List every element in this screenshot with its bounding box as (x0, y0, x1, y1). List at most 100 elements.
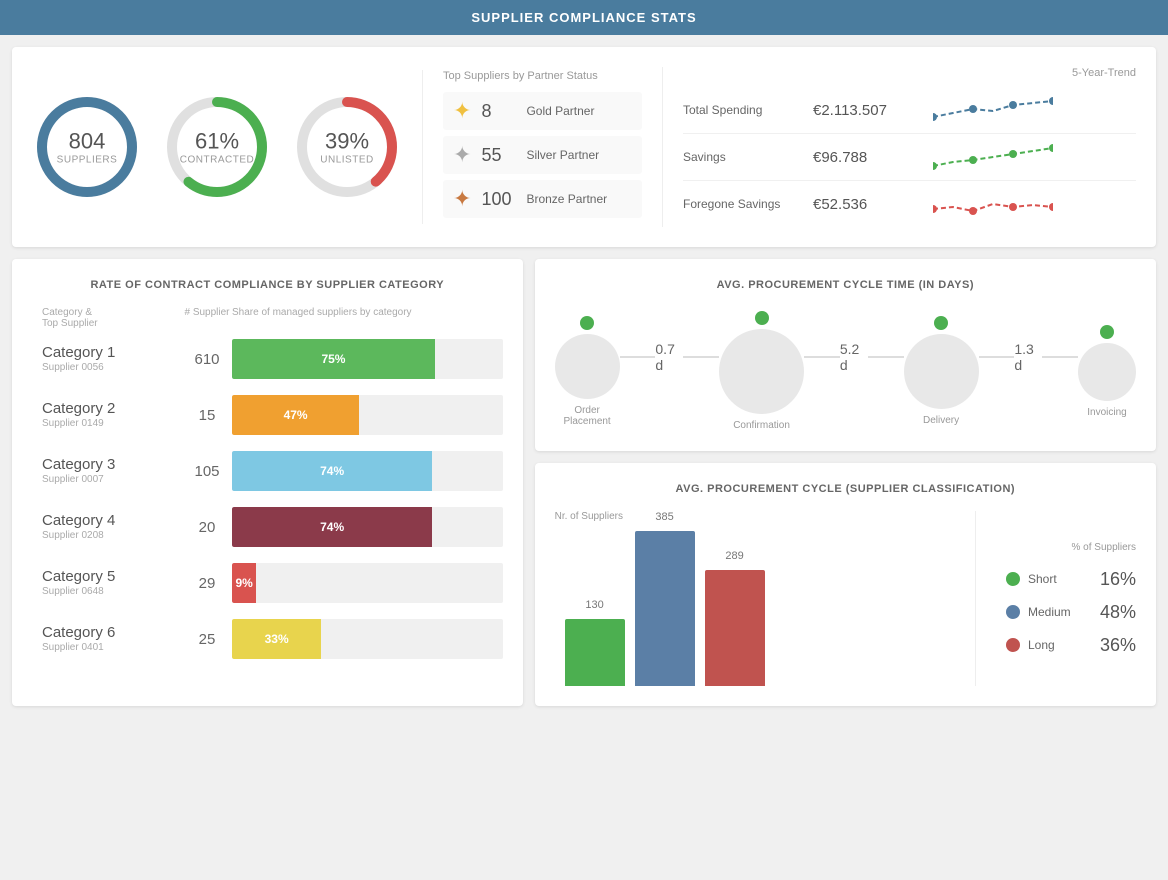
cat-6-supplier: Supplier 0401 (42, 642, 182, 653)
classification-title: AVG. PROCUREMENT CYCLE (SUPPLIER CLASSIF… (555, 483, 1136, 495)
flow-label-order: OrderPlacement (563, 405, 610, 427)
flow-value-1-wrap: 0.7 d (655, 341, 683, 373)
cat-5-supplier: Supplier 0648 (42, 586, 182, 597)
gold-star-icon: ✦ (453, 98, 471, 124)
cat-4-bar-wrap: 74% (232, 507, 503, 547)
cat-3-count: 105 (182, 463, 232, 480)
flow-line-4 (868, 356, 904, 358)
flow-label-delivery: Delivery (923, 415, 959, 426)
category-3-row: Category 3 Supplier 0007 105 74% (32, 451, 503, 491)
partner-section: Top Suppliers by Partner Status ✦ 8 Gold… (422, 70, 642, 224)
cat-1-name-wrap: Category 1 Supplier 0056 (42, 345, 182, 373)
total-spending-row: Total Spending €2.113.507 (683, 87, 1136, 134)
category-5-row: Category 5 Supplier 0648 29 9% (32, 563, 503, 603)
savings-label: Savings (683, 150, 803, 164)
suppliers-donut: 804 SUPPLIERS (32, 92, 142, 202)
cat-3-name: Category 3 (42, 457, 172, 474)
bar-medium: 385 (635, 511, 695, 686)
gold-partner-row: ✦ 8 Gold Partner (443, 92, 642, 130)
chart-divider (975, 511, 976, 686)
bubble-invoice (1078, 343, 1136, 401)
cat-1-bar: 75% (232, 339, 435, 379)
legend-medium: Medium 48% (1006, 602, 1136, 623)
bronze-star-icon: ✦ (453, 186, 471, 212)
bronze-label: Bronze Partner (526, 192, 607, 206)
legend-long-dot (1006, 638, 1020, 652)
foregone-savings-label: Foregone Savings (683, 197, 803, 211)
flow-node-delivery: Delivery (904, 316, 979, 426)
cat-5-name: Category 5 (42, 569, 172, 586)
flow-value-3-wrap: 1.3 d (1014, 341, 1042, 373)
cat-3-bar: 74% (232, 451, 432, 491)
total-spending-value: €2.113.507 (813, 102, 923, 119)
cat-2-supplier: Supplier 0149 (42, 418, 182, 429)
legend-long-label: Long (1028, 638, 1092, 652)
flow-line-6 (1042, 356, 1078, 358)
bar-long: 289 (705, 550, 765, 686)
bar-medium-fill (635, 531, 695, 686)
contracted-value: 61% (180, 129, 254, 155)
savings-row: Savings €96.788 (683, 134, 1136, 181)
page-title: SUPPLIER COMPLIANCE STATS (471, 10, 696, 25)
flow-dot-delivery (934, 316, 948, 330)
unlisted-label: UNLISTED (320, 155, 373, 166)
bubble-confirm (719, 329, 804, 414)
classification-panel: AVG. PROCUREMENT CYCLE (SUPPLIER CLASSIF… (535, 463, 1156, 706)
col-category-header: Category &Top Supplier (42, 307, 182, 329)
flow-value-2-wrap: 5.2 d (840, 341, 868, 373)
category-6-row: Category 6 Supplier 0401 25 33% (32, 619, 503, 659)
compliance-header: Category &Top Supplier # Supplier Share … (32, 307, 503, 329)
cat-6-bar: 33% (232, 619, 321, 659)
bar-long-label: 289 (725, 550, 743, 562)
trend-title: 5-Year-Trend (683, 67, 1136, 79)
cat-6-count: 25 (182, 631, 232, 648)
spending-section: 5-Year-Trend Total Spending €2.113.507 S… (662, 67, 1136, 227)
cat-4-bar: 74% (232, 507, 432, 547)
cat-1-count: 610 (182, 351, 232, 368)
flow-value-3: 1.3 d (1014, 341, 1042, 373)
legend-short-pct: 16% (1100, 569, 1136, 590)
cat-1-bar-wrap: 75% (232, 339, 503, 379)
legend-long-pct: 36% (1100, 635, 1136, 656)
bubble-order (555, 334, 620, 399)
legend-medium-pct: 48% (1100, 602, 1136, 623)
cat-5-name-wrap: Category 5 Supplier 0648 (42, 569, 182, 597)
bronze-partner-row: ✦ 100 Bronze Partner (443, 180, 642, 218)
flow-node-invoice: Invoicing (1078, 325, 1136, 418)
cat-6-name-wrap: Category 6 Supplier 0401 (42, 625, 182, 653)
cat-1-name: Category 1 (42, 345, 172, 362)
bottom-row: RATE OF CONTRACT COMPLIANCE BY SUPPLIER … (12, 259, 1156, 706)
silver-label: Silver Partner (526, 148, 599, 162)
top-panel: 804 SUPPLIERS 61% CONTRACTED (12, 47, 1156, 247)
unlisted-donut-wrap: 39% UNLISTED (292, 92, 402, 202)
flow-value-2: 5.2 d (840, 341, 868, 373)
legend-medium-dot (1006, 605, 1020, 619)
right-col: AVG. PROCUREMENT CYCLE TIME (IN DAYS) Or… (535, 259, 1156, 706)
flow-line-2 (683, 356, 719, 358)
cat-3-supplier: Supplier 0007 (42, 474, 182, 485)
cat-5-bar: 9% (232, 563, 256, 603)
page: SUPPLIER COMPLIANCE STATS 804 SUPPLIERS (0, 0, 1168, 880)
cat-6-bar-wrap: 33% (232, 619, 503, 659)
cat-4-count: 20 (182, 519, 232, 536)
flow-line-5 (979, 356, 1015, 358)
gold-count: 8 (481, 101, 516, 122)
cat-5-bar-wrap: 9% (232, 563, 503, 603)
total-spending-trend (933, 95, 1136, 125)
class-chart-area: Nr. of Suppliers 130 385 289 (555, 511, 1136, 686)
total-spending-label: Total Spending (683, 103, 803, 117)
suppliers-donut-wrap: 804 SUPPLIERS (32, 92, 142, 202)
bar-short-label: 130 (585, 599, 603, 611)
silver-partner-row: ✦ 55 Silver Partner (443, 136, 642, 174)
cat-4-name: Category 4 (42, 513, 172, 530)
donut-section: 804 SUPPLIERS 61% CONTRACTED (32, 92, 402, 202)
contracted-donut: 61% CONTRACTED (162, 92, 272, 202)
class-bar-chart: Nr. of Suppliers 130 385 289 (555, 511, 945, 686)
bar-medium-label: 385 (655, 511, 673, 523)
category-2-row: Category 2 Supplier 0149 15 47% (32, 395, 503, 435)
cycle-panel: AVG. PROCUREMENT CYCLE TIME (IN DAYS) Or… (535, 259, 1156, 451)
cat-1-supplier: Supplier 0056 (42, 362, 182, 373)
bubble-delivery (904, 334, 979, 409)
legend-area: % of Suppliers Short 16% Medium 48% (1006, 511, 1136, 686)
partner-section-title: Top Suppliers by Partner Status (443, 70, 642, 82)
